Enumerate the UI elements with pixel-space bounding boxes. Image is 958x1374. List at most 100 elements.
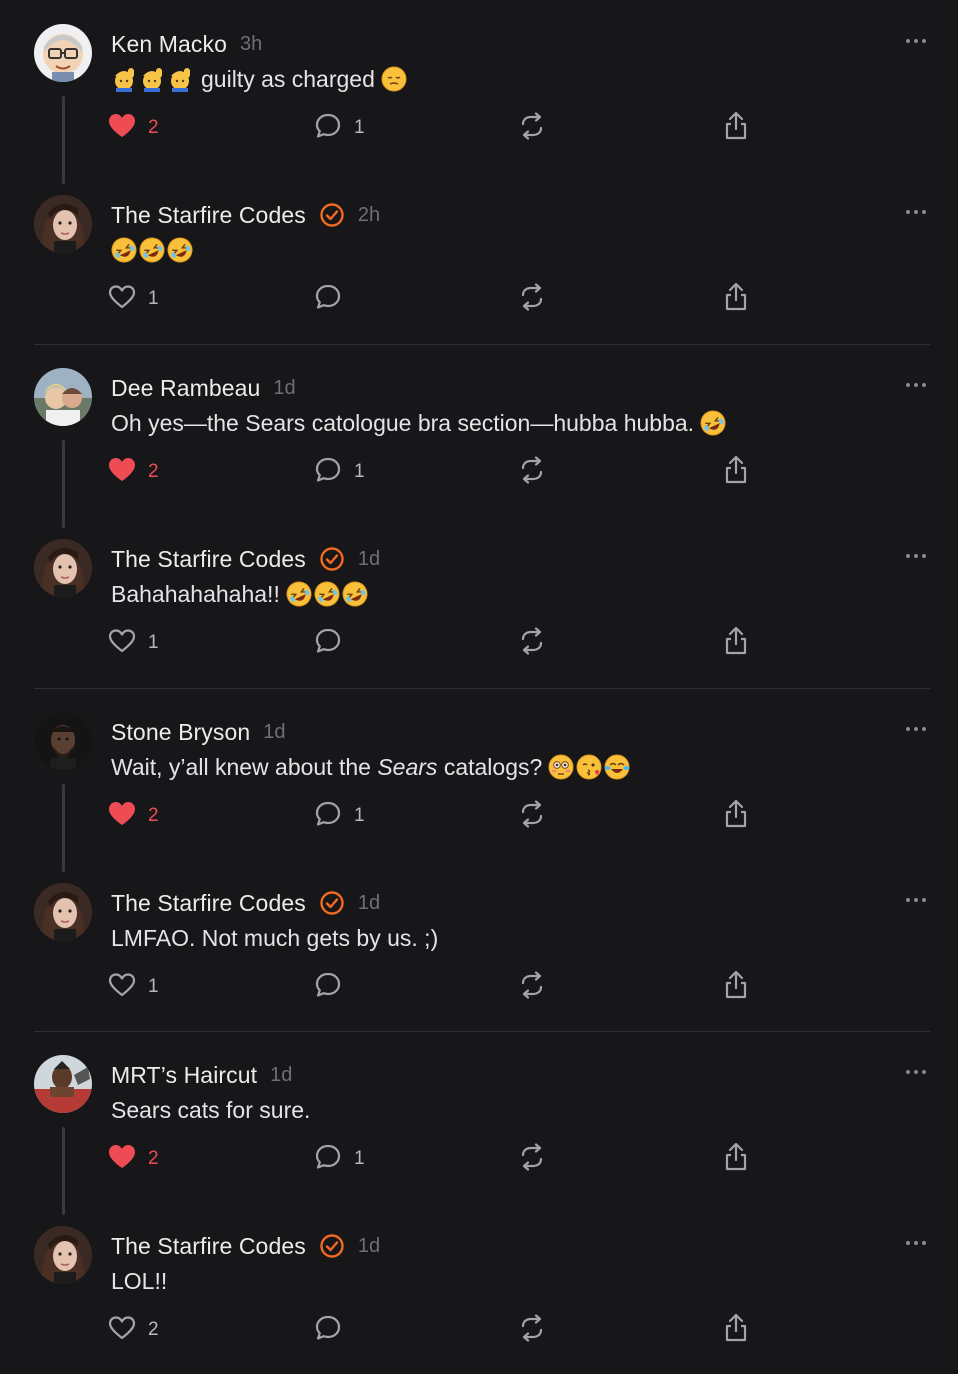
- restack-button[interactable]: [518, 798, 546, 834]
- restack-icon: [518, 626, 546, 660]
- comment-actions: 21: [108, 1141, 768, 1177]
- like-button[interactable]: 2: [108, 798, 159, 834]
- flushed-face-emoji: [548, 754, 574, 780]
- like-button[interactable]: 1: [108, 281, 159, 317]
- speech-bubble-icon: [314, 800, 342, 833]
- like-count: 2: [148, 461, 159, 482]
- reply-button[interactable]: [314, 1312, 342, 1348]
- reply-count: 1: [354, 1148, 365, 1169]
- share-button[interactable]: [722, 798, 750, 834]
- comment-item: The Starfire Codes 1d LMFAO. Not much gets…: [0, 859, 958, 1031]
- speech-bubble-icon: [314, 1314, 342, 1347]
- share-icon: [722, 111, 750, 146]
- like-count: 2: [148, 805, 159, 826]
- timestamp[interactable]: 1d: [270, 1064, 292, 1087]
- timestamp[interactable]: 1d: [358, 1235, 380, 1258]
- reply-button[interactable]: [314, 969, 342, 1005]
- share-button[interactable]: [722, 454, 750, 490]
- more-options-icon[interactable]: [898, 201, 934, 223]
- author-name[interactable]: The Starfire Codes: [111, 546, 306, 573]
- share-button[interactable]: [722, 969, 750, 1005]
- avatar[interactable]: [34, 712, 92, 770]
- like-button[interactable]: 2: [108, 1141, 159, 1177]
- comment-header: The Starfire Codes 1d: [111, 887, 380, 919]
- more-options-icon[interactable]: [898, 545, 934, 567]
- avatar[interactable]: [34, 195, 92, 253]
- share-button[interactable]: [722, 625, 750, 661]
- author-name[interactable]: MRT’s Haircut: [111, 1062, 257, 1089]
- avatar[interactable]: [34, 24, 92, 82]
- author-name[interactable]: The Starfire Codes: [111, 890, 306, 917]
- timestamp[interactable]: 3h: [240, 33, 262, 56]
- winking-kiss-emoji: [576, 754, 602, 780]
- comment-body: guilty as charged: [111, 62, 407, 96]
- restack-icon: [518, 111, 546, 145]
- comment-item: MRT’s Haircut 1d Sears cats for sure. 2 1: [0, 1031, 958, 1215]
- avatar[interactable]: [34, 539, 92, 597]
- more-options-icon[interactable]: [898, 374, 934, 396]
- more-options-icon[interactable]: [898, 1232, 934, 1254]
- author-name[interactable]: The Starfire Codes: [111, 202, 306, 229]
- rofl-emoji: [167, 237, 193, 263]
- reply-button[interactable]: [314, 625, 342, 661]
- reply-button[interactable]: 1: [314, 798, 365, 834]
- timestamp[interactable]: 2h: [358, 204, 380, 227]
- like-count: 1: [148, 632, 159, 653]
- timestamp[interactable]: 1d: [263, 721, 285, 744]
- author-name[interactable]: The Starfire Codes: [111, 1233, 306, 1260]
- like-count: 1: [148, 976, 159, 997]
- reply-button[interactable]: [314, 281, 342, 317]
- comment-body: [111, 233, 193, 267]
- avatar[interactable]: [34, 1226, 92, 1284]
- restack-button[interactable]: [518, 625, 546, 661]
- emoji-group: [286, 581, 368, 607]
- like-button[interactable]: 1: [108, 625, 159, 661]
- restack-button[interactable]: [518, 969, 546, 1005]
- like-button[interactable]: 1: [108, 969, 159, 1005]
- rofl-emoji: [111, 237, 137, 263]
- rofl-emoji: [286, 581, 312, 607]
- comment-item: Ken Macko 3h guilty as charged 2 1: [0, 0, 958, 184]
- timestamp[interactable]: 1d: [358, 892, 380, 915]
- reply-button[interactable]: 1: [314, 110, 365, 146]
- share-button[interactable]: [722, 1312, 750, 1348]
- like-button[interactable]: 2: [108, 110, 159, 146]
- author-name[interactable]: Ken Macko: [111, 31, 227, 58]
- like-button[interactable]: 2: [108, 1312, 159, 1348]
- comment-actions: 21: [108, 110, 768, 146]
- pensive-face-emoji: [381, 66, 407, 92]
- restack-button[interactable]: [518, 281, 546, 317]
- share-button[interactable]: [722, 1141, 750, 1177]
- avatar[interactable]: [34, 1055, 92, 1113]
- share-icon: [722, 970, 750, 1005]
- reply-button[interactable]: 1: [314, 454, 365, 490]
- comment-actions: 21: [108, 798, 768, 834]
- timestamp[interactable]: 1d: [358, 548, 380, 571]
- author-name[interactable]: Dee Rambeau: [111, 375, 260, 402]
- speech-bubble-icon: [314, 283, 342, 316]
- comment-feed: Ken Macko 3h guilty as charged 2 1 The Starfi…: [0, 0, 958, 1372]
- restack-button[interactable]: [518, 1141, 546, 1177]
- share-button[interactable]: [722, 281, 750, 317]
- comment-body: Wait, y’all knew about the Sears catalog…: [111, 750, 630, 784]
- author-name[interactable]: Stone Bryson: [111, 719, 250, 746]
- share-button[interactable]: [722, 110, 750, 146]
- timestamp[interactable]: 1d: [273, 377, 295, 400]
- restack-button[interactable]: [518, 1312, 546, 1348]
- reply-button[interactable]: 1: [314, 1141, 365, 1177]
- comment-actions: 21: [108, 454, 768, 490]
- more-options-icon[interactable]: [898, 30, 934, 52]
- like-button[interactable]: 2: [108, 454, 159, 490]
- raising-hand-emoji: [111, 66, 137, 92]
- restack-button[interactable]: [518, 454, 546, 490]
- more-options-icon[interactable]: [898, 889, 934, 911]
- share-icon: [722, 626, 750, 661]
- heart-icon: [108, 284, 136, 315]
- avatar[interactable]: [34, 368, 92, 426]
- more-options-icon[interactable]: [898, 718, 934, 740]
- restack-button[interactable]: [518, 110, 546, 146]
- share-icon: [722, 1142, 750, 1177]
- comment-item: Stone Bryson 1d Wait, y’all knew about the…: [0, 688, 958, 872]
- avatar[interactable]: [34, 883, 92, 941]
- more-options-icon[interactable]: [898, 1061, 934, 1083]
